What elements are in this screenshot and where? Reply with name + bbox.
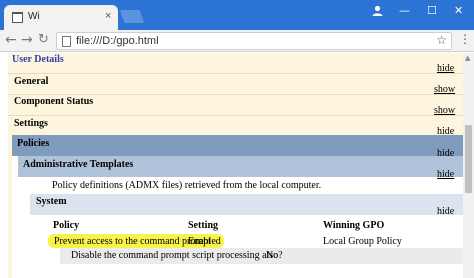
back-arrow-icon[interactable]: ←	[5, 32, 17, 48]
vertical-scrollbar[interactable]: ▲	[463, 53, 474, 278]
policy-winning-gpo: Local Group Policy	[323, 236, 402, 247]
policy-setting: Enabled	[188, 236, 221, 247]
browser-toolbar: ← → ↻ file:///D:/gpo.html ☆ ⋮	[0, 30, 474, 52]
scroll-thumb[interactable]	[465, 125, 472, 193]
policies-title: Policies	[17, 138, 50, 149]
page-viewport: User Details hide General show Component…	[0, 53, 463, 278]
page-favicon-icon	[12, 12, 23, 23]
subrow-value: No	[266, 250, 279, 261]
browser-tab[interactable]: Wi ×	[4, 5, 118, 30]
general-band	[8, 73, 463, 94]
tab-close-icon[interactable]: ×	[105, 10, 111, 22]
user-details-band	[8, 53, 463, 73]
profile-icon[interactable]	[371, 4, 384, 17]
admin-templates-hide-link[interactable]: hide	[437, 169, 454, 180]
scroll-up-arrow-icon[interactable]: ▲	[465, 54, 470, 62]
policies-band	[12, 135, 463, 156]
minimize-icon[interactable]: —	[399, 4, 410, 17]
admin-templates-title: Administrative Templates	[23, 159, 134, 170]
forward-arrow-icon[interactable]: →	[21, 32, 33, 48]
user-details-title: User Details	[12, 54, 64, 65]
settings-title: Settings	[14, 118, 48, 129]
address-bar-url[interactable]: file:///D:/gpo.html	[76, 35, 159, 47]
reload-icon[interactable]: ↻	[38, 32, 49, 48]
address-bar[interactable]: file:///D:/gpo.html ☆	[56, 32, 452, 50]
general-title: General	[14, 76, 49, 87]
column-header-winning-gpo: Winning GPO	[323, 220, 385, 231]
column-header-setting: Setting	[188, 220, 218, 231]
menu-dots-icon[interactable]: ⋮	[459, 33, 471, 45]
admin-templates-description: Policy definitions (ADMX files) retrieve…	[52, 180, 322, 191]
settings-band	[8, 115, 463, 135]
close-window-icon[interactable]: ✕	[454, 4, 463, 17]
page-icon	[62, 36, 71, 47]
subrow-label: Disable the command prompt script proces…	[71, 250, 283, 261]
new-tab-button[interactable]	[119, 10, 145, 23]
column-header-policy: Policy	[53, 220, 80, 231]
browser-titlebar: Wi × — ☐ ✕	[0, 0, 474, 30]
tab-title: Wi	[28, 11, 40, 22]
system-band	[30, 194, 463, 215]
bookmark-star-icon[interactable]: ☆	[436, 33, 447, 47]
maximize-icon[interactable]: ☐	[427, 4, 437, 17]
component-status-title: Component Status	[14, 96, 94, 107]
system-title: System	[36, 196, 67, 207]
